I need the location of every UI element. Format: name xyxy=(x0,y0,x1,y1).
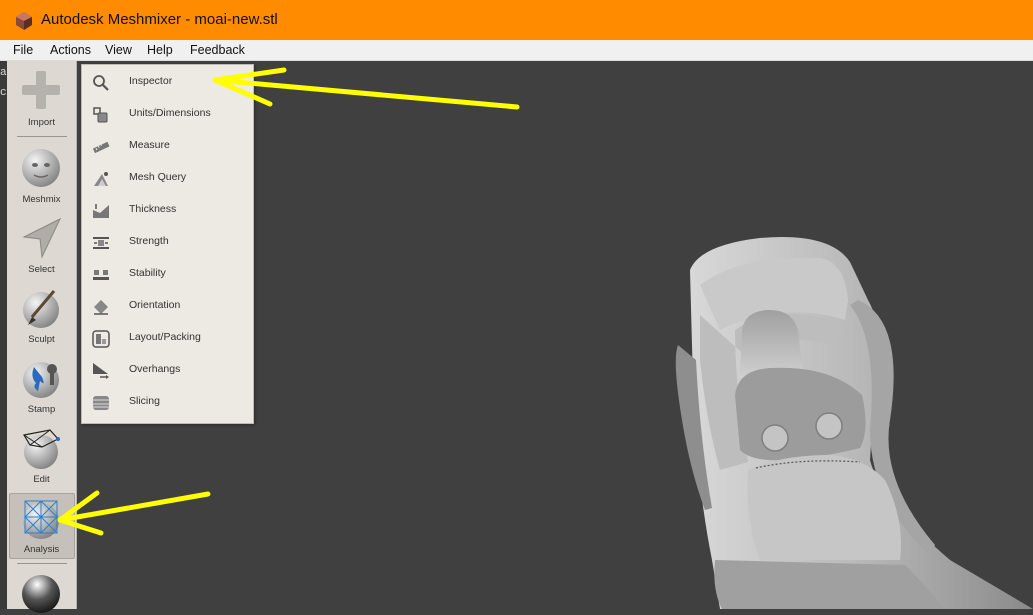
meshmixer-logo-icon xyxy=(16,12,32,30)
orientation-icon xyxy=(94,300,108,315)
menu-item-slicing[interactable]: Slicing xyxy=(82,388,253,418)
layout-icon xyxy=(92,330,110,348)
select-arrow-icon xyxy=(22,217,62,259)
menu-item-overhangs[interactable]: Overhangs xyxy=(82,356,253,386)
edge-fragment: c xyxy=(0,87,7,99)
menu-item-orientation[interactable]: Orientation xyxy=(82,292,253,322)
menu-item-mesh-query[interactable]: Mesh Query xyxy=(82,164,253,194)
menu-view[interactable]: View xyxy=(105,43,132,57)
menu-item-label: Layout/Packing xyxy=(129,331,201,343)
tool-label: Select xyxy=(28,264,55,275)
menu-item-label: Overhangs xyxy=(129,363,181,375)
menu-item-strength[interactable]: Strength xyxy=(82,228,253,258)
tool-label: Analysis xyxy=(23,544,60,555)
menu-item-thickness[interactable]: Thickness xyxy=(82,196,253,226)
menu-bar: File Actions View Help Feedback xyxy=(0,40,1033,61)
tool-label: Import xyxy=(28,117,55,128)
menu-item-label: Inspector xyxy=(129,75,173,87)
edge-fragment: a xyxy=(0,67,7,79)
plus-icon xyxy=(22,71,60,109)
mesh-query-icon xyxy=(94,172,108,186)
thickness-icon xyxy=(93,204,109,218)
menu-item-units-dimensions[interactable]: Units/Dimensions xyxy=(82,100,253,130)
main-toolbar: Import Meshmix Select Sculpt Stamp Edit … xyxy=(7,61,77,613)
slicing-icon xyxy=(93,396,109,410)
meshmix-head-icon xyxy=(22,149,60,187)
menu-item-measure[interactable]: Measure xyxy=(82,132,253,162)
tool-label: Meshmix xyxy=(22,194,61,205)
strength-icon xyxy=(93,237,109,249)
tool-label: Edit xyxy=(33,474,50,485)
tool-label: Stamp xyxy=(27,404,56,415)
menu-item-label: Slicing xyxy=(129,395,160,407)
menu-actions[interactable]: Actions xyxy=(50,43,91,57)
menu-item-label: Thickness xyxy=(129,203,177,215)
analysis-menu: Inspector Units/Dimensions Measure Mesh … xyxy=(81,64,254,424)
units-icon xyxy=(93,107,108,123)
menu-item-label: Strength xyxy=(129,235,169,247)
window-title: Autodesk Meshmixer - moai-new.stl xyxy=(41,11,278,28)
ruler-icon xyxy=(92,141,110,154)
menu-item-label: Stability xyxy=(129,267,166,279)
overhangs-icon xyxy=(93,363,109,379)
menu-item-stability[interactable]: Stability xyxy=(82,260,253,290)
menu-item-layout-packing[interactable]: Layout/Packing xyxy=(82,324,253,354)
menu-feedback[interactable]: Feedback xyxy=(190,43,245,57)
menu-item-label: Measure xyxy=(129,139,170,151)
brush-icon xyxy=(23,290,59,328)
title-bar: Autodesk Meshmixer - moai-new.stl xyxy=(0,0,1033,40)
toolbar-separator xyxy=(17,563,67,564)
edit-mesh-icon xyxy=(23,429,60,469)
analysis-mesh-icon xyxy=(23,500,59,539)
stability-icon xyxy=(93,270,109,280)
stamp-icon xyxy=(23,362,59,398)
tool-label: Sculpt xyxy=(28,334,55,345)
menu-item-label: Orientation xyxy=(129,299,181,311)
magnifier-icon xyxy=(93,75,109,91)
menu-item-inspector[interactable]: Inspector xyxy=(82,68,253,98)
menu-file[interactable]: File xyxy=(13,43,33,57)
menu-item-label: Mesh Query xyxy=(129,171,187,183)
menu-help[interactable]: Help xyxy=(147,43,173,57)
left-edge-strip: a c xyxy=(0,61,7,609)
toolbar-separator xyxy=(17,136,67,137)
menu-item-label: Units/Dimensions xyxy=(129,107,211,119)
